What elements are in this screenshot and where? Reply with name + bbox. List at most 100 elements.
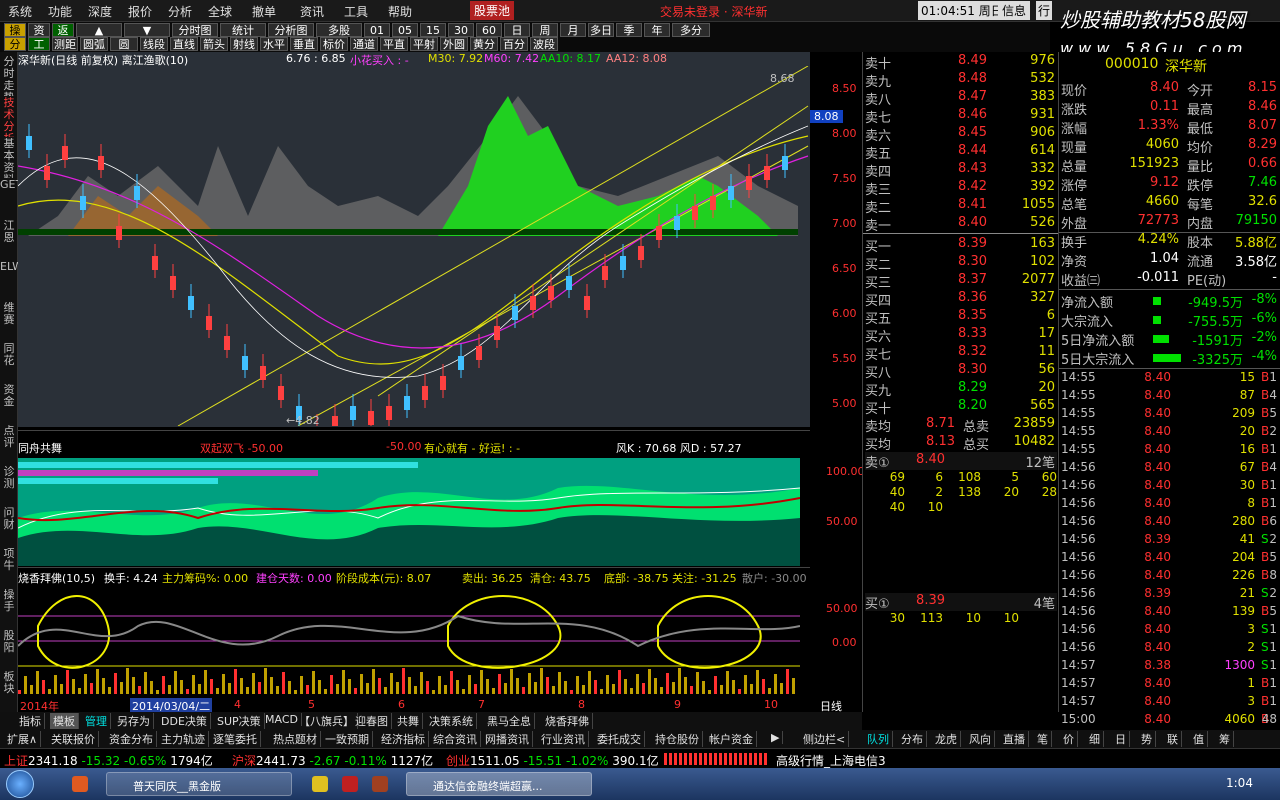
buy-level-row[interactable]: 买九 8.29 20	[865, 380, 1057, 399]
right-tab[interactable]: 日	[1112, 731, 1130, 747]
folder-icon[interactable]	[312, 776, 328, 792]
toolbar-btn[interactable]: 箭头	[200, 37, 228, 51]
menu-analysis[interactable]: 分析	[168, 3, 192, 20]
menu-help[interactable]: 帮助	[388, 3, 412, 20]
right-tab[interactable]: 笔	[1034, 731, 1052, 747]
taskbar-app-2[interactable]: 通达信金融终端超赢...	[406, 772, 592, 796]
menu-system[interactable]: 系统	[8, 3, 32, 20]
buy-level-row[interactable]: 买八 8.30 56	[865, 362, 1057, 381]
toolbar-btn[interactable]: 多股	[316, 23, 362, 37]
left-tab[interactable]: 基本资料	[0, 138, 18, 178]
toolbar-btn[interactable]: 直线	[170, 37, 198, 51]
right-tab[interactable]: 细	[1086, 731, 1104, 747]
menu-news[interactable]: 资讯	[300, 3, 324, 20]
left-tab[interactable]: 江恩	[0, 220, 18, 260]
sell-level-row[interactable]: 卖三 8.42 392	[865, 179, 1057, 198]
toolbar-btn[interactable]: 外圆	[440, 37, 468, 51]
toolbar-btn[interactable]: 射线	[230, 37, 258, 51]
left-tab[interactable]: ELWAVE	[0, 261, 18, 301]
app-icon[interactable]	[372, 776, 388, 792]
indicator-tab[interactable]: 指标	[16, 713, 45, 729]
quote-button[interactable]: 行	[1036, 1, 1053, 20]
function-tab[interactable]: 逐笔委托	[210, 731, 261, 747]
left-tab[interactable]: 资金	[0, 384, 18, 424]
indicator-tab[interactable]: 烧香拜佛	[542, 713, 593, 729]
toolbar-btn[interactable]: 通道	[350, 37, 378, 51]
function-tab[interactable]: 关联报价	[48, 731, 99, 747]
function-tab[interactable]: 热点题材	[270, 731, 321, 747]
left-tab[interactable]: 同花	[0, 343, 18, 383]
sell-level-row[interactable]: 卖四 8.43 332	[865, 161, 1057, 180]
left-tab[interactable]: GET	[0, 179, 18, 219]
toolbar-btn[interactable]: 黄分	[470, 37, 498, 51]
index-cy[interactable]: 创业1511.05 -15.51 -1.02% 390.1亿	[446, 752, 659, 769]
toolbar-btn[interactable]: 多日	[588, 23, 614, 37]
function-tab[interactable]: ▶	[768, 731, 784, 744]
index-hs[interactable]: 沪深2441.73 -2.67 -0.11% 1127亿	[232, 752, 433, 769]
function-tab[interactable]: 主力轨迹	[158, 731, 209, 747]
system-clock[interactable]: 1:04	[1226, 776, 1253, 790]
toolbar-btn[interactable]: 平直	[380, 37, 408, 51]
toolbar-btn[interactable]: 月	[560, 23, 586, 37]
buy-level-row[interactable]: 买四 8.36 327	[865, 290, 1057, 309]
toolbar-btn[interactable]: 分析图	[268, 23, 314, 37]
left-tab[interactable]: 点评	[0, 425, 18, 465]
toolbar-btn[interactable]: 日	[504, 23, 530, 37]
function-tab[interactable]: 综合资讯	[430, 731, 481, 747]
toolbar-btn[interactable]: 圆弧	[80, 37, 108, 51]
right-tab[interactable]: 势	[1138, 731, 1156, 747]
sell-level-row[interactable]: 卖十 8.49 976	[865, 53, 1057, 72]
indicator-tab[interactable]: 共舞	[394, 713, 423, 729]
buy-level-row[interactable]: 买十 8.20 565	[865, 398, 1057, 417]
right-tab[interactable]: 队列	[864, 731, 893, 747]
right-tab[interactable]: 筹	[1216, 731, 1234, 747]
buy-level-row[interactable]: 买三 8.37 2077	[865, 272, 1057, 291]
toolbar-btn[interactable]: 操盘	[4, 23, 26, 51]
toolbar-btn[interactable]: 统计	[220, 23, 266, 37]
app-icon[interactable]	[72, 776, 88, 792]
indicator-tab[interactable]: 管理	[82, 713, 111, 729]
right-tab[interactable]: 价	[1060, 731, 1078, 747]
toolbar-btn[interactable]: ▲	[76, 23, 122, 37]
left-tab[interactable]: 操手	[0, 589, 18, 629]
sell-level-row[interactable]: 卖五 8.44 614	[865, 143, 1057, 162]
sell-level-row[interactable]: 卖二 8.41 1055	[865, 197, 1057, 216]
toolbar-btn[interactable]: 01	[364, 23, 390, 37]
toolbar-btn[interactable]: 垂直	[290, 37, 318, 51]
sell-level-row[interactable]: 卖九 8.48 532	[865, 71, 1057, 90]
left-tab[interactable]: 板块	[0, 671, 18, 711]
right-tab[interactable]: 联	[1164, 731, 1182, 747]
toolbar-btn[interactable]: 30	[448, 23, 474, 37]
sell-level-row[interactable]: 卖六 8.45 906	[865, 125, 1057, 144]
sell-level-row[interactable]: 卖七 8.46 931	[865, 107, 1057, 126]
sell-level-row[interactable]: 卖一 8.40 526	[865, 215, 1057, 234]
left-tab[interactable]: 问财	[0, 507, 18, 547]
buy-level-row[interactable]: 买六 8.33 17	[865, 326, 1057, 345]
toolbar-btn[interactable]: ▼	[124, 23, 170, 37]
function-tab[interactable]: 委托成交	[594, 731, 645, 747]
toolbar-btn[interactable]: 周	[532, 23, 558, 37]
toolbar-btn[interactable]: 波段	[530, 37, 558, 51]
buy-level-row[interactable]: 买五 8.35 6	[865, 308, 1057, 327]
toolbar-btn[interactable]: 15	[420, 23, 446, 37]
indicator-tab[interactable]: DDE决策	[158, 713, 211, 729]
left-tab[interactable]: 诊测	[0, 466, 18, 506]
toolbar-btn[interactable]: 年	[644, 23, 670, 37]
indicator-tab[interactable]: SUP决策	[214, 713, 265, 729]
toolbar-btn[interactable]: 工具	[28, 37, 50, 65]
feed-server[interactable]: 高级行情_上海电信3	[776, 752, 886, 769]
toolbar-btn[interactable]: 测距	[52, 37, 78, 51]
toolbar-btn[interactable]: 返回	[52, 23, 74, 51]
menu-depth[interactable]: 深度	[88, 3, 112, 20]
menu-stock-pool[interactable]: 股票池	[470, 1, 515, 20]
toolbar-btn[interactable]: 标价	[320, 37, 348, 51]
function-tab[interactable]: 经济指标	[378, 731, 429, 747]
function-tab[interactable]: 侧边栏<	[800, 731, 850, 747]
function-tab[interactable]: 资金分布	[106, 731, 157, 747]
toolbar-btn[interactable]: 分析	[4, 37, 26, 65]
toolbar-btn[interactable]: 季	[616, 23, 642, 37]
function-tab[interactable]: 行业资讯	[538, 731, 589, 747]
left-tab[interactable]: 技术分析	[0, 97, 18, 137]
buy-level-row[interactable]: 买七 8.32 11	[865, 344, 1057, 363]
toolbar-btn[interactable]: 分时图	[172, 23, 218, 37]
